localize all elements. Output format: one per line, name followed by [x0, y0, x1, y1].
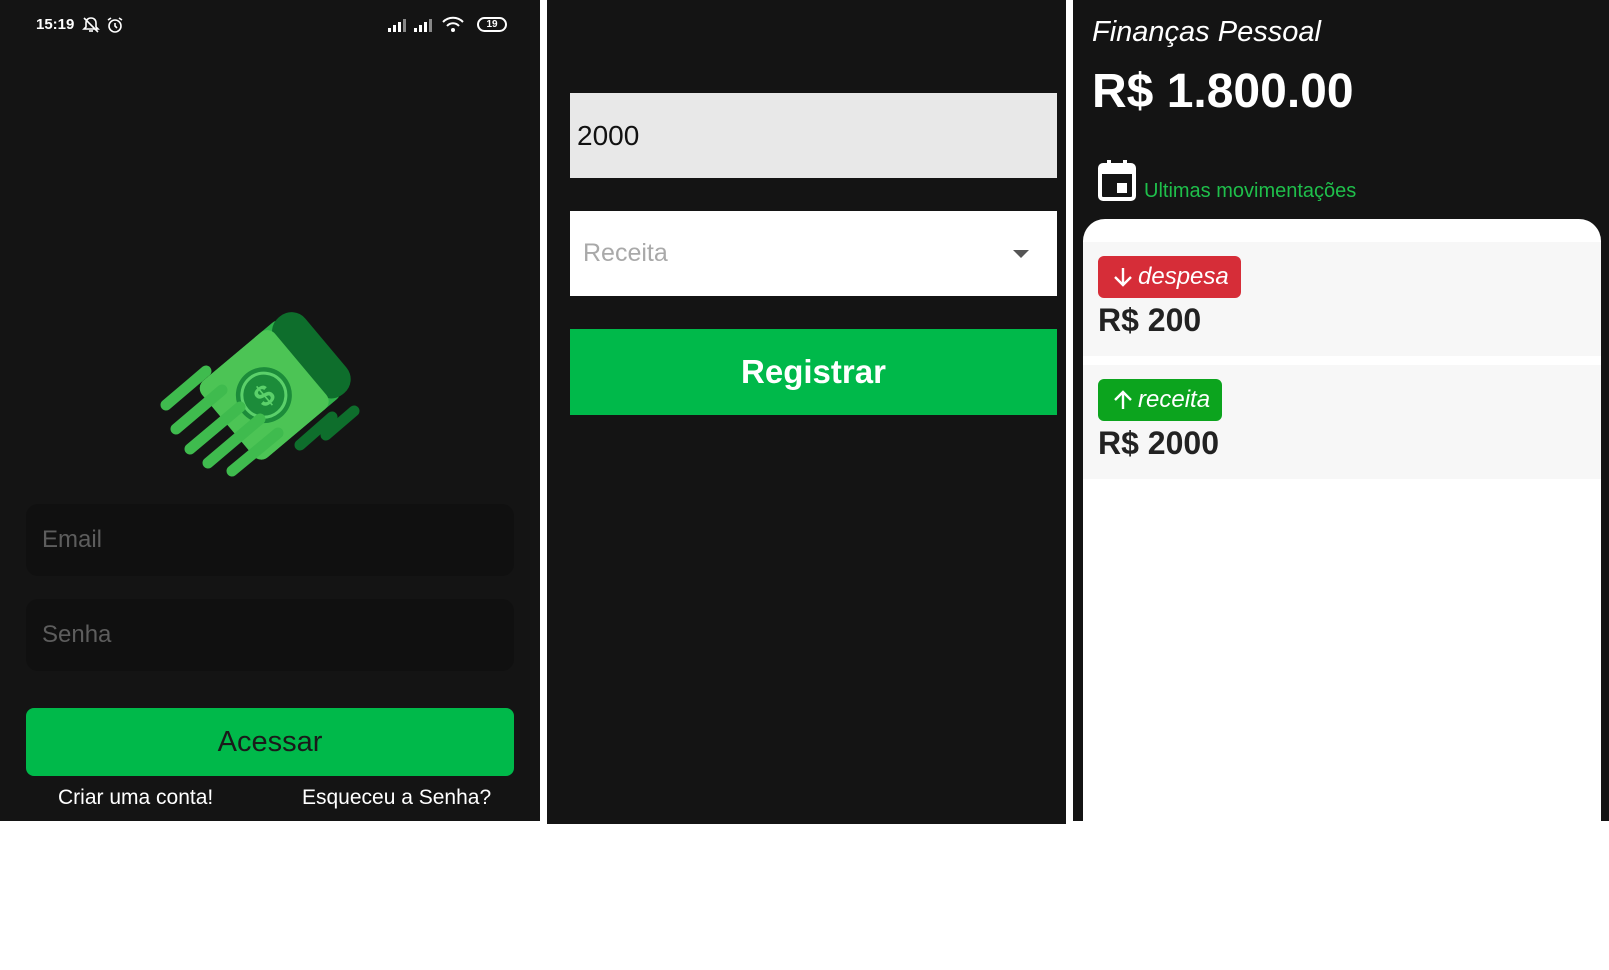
movements-label: Ultimas movimentações — [1144, 180, 1357, 202]
amount-input[interactable]: 2000 — [570, 93, 1057, 178]
balance-value: R$ 1.800.00 — [1092, 65, 1354, 118]
wifi-icon — [442, 16, 464, 32]
money-logo: $ — [160, 312, 360, 477]
signal-icon — [388, 19, 406, 32]
status-time: 15:19 — [36, 16, 75, 33]
dashboard-screen: Finanças Pessoal R$ 1.800.00 Ultimas mov… — [1073, 0, 1609, 821]
forgot-password-link[interactable]: Esqueceu a Senha? — [302, 786, 491, 810]
status-bar: 15:19 19 — [36, 16, 507, 36]
email-field[interactable]: Email — [26, 504, 514, 576]
calendar-icon[interactable] — [1098, 159, 1136, 201]
arrow-down-icon — [1114, 268, 1132, 287]
dropdown-arrow-icon — [1013, 250, 1029, 258]
type-select[interactable]: Receita — [570, 211, 1057, 296]
amount-value: R$ 2000 — [1098, 425, 1219, 461]
movements-list: despesa R$ 200 receita R$ 2000 — [1083, 219, 1601, 821]
list-item[interactable]: despesa R$ 200 — [1083, 242, 1601, 356]
type-label: despesa — [1138, 263, 1229, 290]
type-select-value: Receita — [583, 239, 668, 267]
amount-value: R$ 200 — [1098, 302, 1202, 338]
type-label: receita — [1138, 386, 1211, 413]
alarm-icon — [106, 16, 124, 38]
acessar-button[interactable]: Acessar — [26, 708, 514, 776]
app-title: Finanças Pessoal — [1092, 16, 1321, 48]
create-account-link[interactable]: Criar uma conta! — [58, 786, 213, 810]
list-item[interactable]: receita R$ 2000 — [1083, 365, 1601, 479]
login-screen: 15:19 19 $ Email Senha Acessar Criar uma… — [0, 0, 540, 821]
type-badge: receita — [1098, 379, 1223, 421]
arrow-up-icon — [1114, 390, 1132, 409]
bell-off-icon — [82, 16, 100, 38]
battery-icon: 19 — [477, 17, 507, 32]
type-badge: despesa — [1098, 256, 1241, 298]
signal-icon — [414, 19, 432, 32]
password-field[interactable]: Senha — [26, 599, 514, 671]
status-icons: 19 — [387, 16, 507, 36]
registrar-button[interactable]: Registrar — [570, 329, 1057, 415]
register-screen: 2000 Receita Registrar — [547, 0, 1066, 824]
